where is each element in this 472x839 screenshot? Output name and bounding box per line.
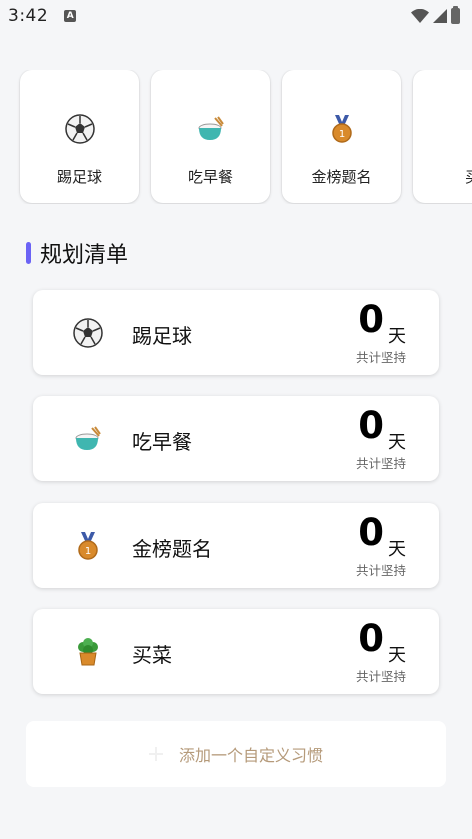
potted-plant-icon: [73, 637, 103, 667]
plan-label: 吃早餐: [132, 430, 192, 454]
days-caption: 共计坚持: [355, 456, 406, 471]
days-unit: 天: [388, 645, 406, 666]
habit-card[interactable]: 吃早餐: [151, 70, 270, 203]
days-count: 0: [358, 617, 384, 660]
plan-label: 踢足球: [132, 324, 192, 348]
days-count: 0: [358, 511, 384, 554]
habit-card-label: 金榜题名: [311, 168, 372, 186]
rice-bowl-icon: [196, 114, 226, 144]
plan-list-item[interactable]: 吃早餐 0 天 共计坚持: [33, 396, 439, 481]
days-unit: 天: [388, 539, 406, 560]
habit-card[interactable]: 买: [413, 70, 472, 203]
days-caption: 共计坚持: [355, 669, 406, 684]
habit-card-label: 吃早餐: [187, 168, 233, 186]
plan-label: 金榜题名: [132, 537, 212, 561]
section-header: 规划清单: [26, 240, 129, 268]
days-unit: 天: [388, 326, 406, 347]
plan-list-item[interactable]: 1 金榜题名 0 天 共计坚持: [33, 503, 439, 588]
habit-card-label: 买: [465, 166, 472, 187]
notification-icon: A: [64, 10, 77, 22]
wifi-icon: [411, 9, 429, 23]
battery-icon: [451, 6, 460, 24]
days-caption: 共计坚持: [355, 350, 406, 365]
soccer-ball-icon: [64, 114, 95, 144]
habit-card-label: 踢足球: [56, 168, 102, 186]
add-custom-habit-button[interactable]: 添加一个自定义习惯: [26, 721, 446, 787]
days-caption: 共计坚持: [355, 563, 406, 578]
soccer-ball-icon: [73, 318, 103, 348]
plus-icon: [148, 747, 163, 761]
plan-list-item[interactable]: 买菜 0 天 共计坚持: [33, 609, 439, 694]
svg-text:1: 1: [338, 129, 344, 140]
status-bar: 3:42 A: [0, 0, 472, 32]
medal-icon: 1: [73, 531, 103, 561]
days-unit: 天: [388, 432, 406, 453]
status-time: 3:42: [8, 6, 49, 26]
section-title: 规划清单: [40, 243, 129, 268]
plan-list-item[interactable]: 踢足球 0 天 共计坚持: [33, 290, 439, 375]
habit-card[interactable]: 1 金榜题名: [282, 70, 401, 203]
plant-icon: [458, 114, 472, 144]
svg-text:1: 1: [85, 546, 91, 557]
status-icons: [411, 6, 460, 24]
signal-icon: [433, 9, 447, 23]
rice-bowl-icon: [73, 424, 103, 454]
medal-icon: 1: [327, 114, 357, 144]
days-count: 0: [358, 404, 384, 447]
section-accent-bar: [26, 242, 31, 264]
add-custom-habit-label: 添加一个自定义习惯: [178, 746, 323, 765]
habit-carousel[interactable]: 踢足球 吃早餐 1 金榜题名 买: [0, 70, 472, 204]
plan-label: 买菜: [132, 643, 172, 667]
days-count: 0: [358, 298, 384, 341]
habit-card[interactable]: 踢足球: [20, 70, 139, 203]
